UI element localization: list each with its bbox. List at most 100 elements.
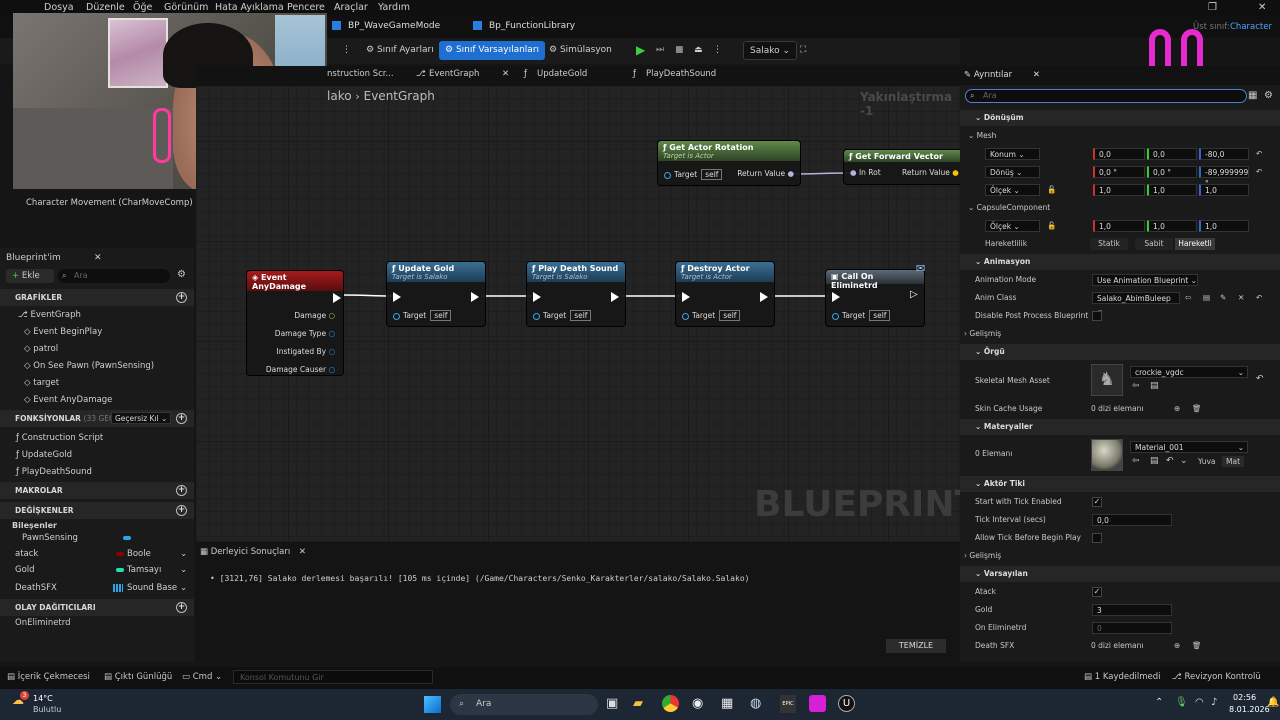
mobility-stationary[interactable]: Sabit: [1135, 238, 1173, 250]
pin-return-value[interactable]: Return Value ●: [902, 168, 959, 177]
tick-before-begin-checkbox[interactable]: [1092, 533, 1102, 543]
component-char-movement[interactable]: Character Movement (CharMoveComp): [26, 198, 193, 208]
class-defaults-button[interactable]: ⚙ Sınıf Varsayılanları: [439, 41, 546, 60]
location-mode-select[interactable]: Konum ⌄: [985, 148, 1040, 160]
graph-item[interactable]: ◇ On See Pawn (PawnSensing): [0, 358, 194, 374]
tab-playdeathsound[interactable]: PlayDeathSound: [646, 69, 716, 79]
use-selected-icon[interactable]: ⇦: [1132, 381, 1140, 391]
pin-damage[interactable]: Damage ○: [294, 311, 335, 320]
lock-icon[interactable]: 🔓: [1047, 181, 1056, 199]
console-input[interactable]: Konsol Komutunu Gir: [233, 670, 433, 684]
capsule-scale-select[interactable]: Ölçek ⌄: [985, 220, 1040, 232]
reset-icon[interactable]: ↶: [1256, 289, 1262, 307]
chevron-icon[interactable]: ⌄: [180, 562, 187, 578]
store-icon[interactable]: ▦: [721, 696, 733, 711]
add-variable-icon[interactable]: +: [176, 505, 187, 516]
variable-item[interactable]: PawnSensing: [0, 530, 194, 546]
scale-z[interactable]: 1,0: [1199, 184, 1249, 196]
exec-out-pin[interactable]: [611, 292, 619, 302]
function-item[interactable]: ƒ UpdateGold: [0, 447, 194, 463]
add-function-icon[interactable]: +: [176, 413, 187, 424]
graphs-section[interactable]: GRAFİKLER +: [0, 289, 194, 306]
simulation-button[interactable]: ⚙ Simülasyon: [543, 41, 618, 60]
close-window-icon[interactable]: ✕: [1258, 2, 1266, 13]
anim-class-select[interactable]: Salako_AbimBuleep ⌄: [1092, 292, 1180, 314]
skeletal-mesh-select[interactable]: crockie_vgdc ⌄: [1130, 366, 1248, 378]
dispatchers-section[interactable]: OLAY DAĞITICILARI +: [0, 599, 194, 616]
chevron-icon[interactable]: ⌄: [180, 546, 187, 562]
output-log-button[interactable]: ▤ Çıktı Günlüğü: [104, 672, 172, 682]
rotation-mode-select[interactable]: Dönüş ⌄: [985, 166, 1040, 178]
mobility-movable[interactable]: Hareketli: [1175, 238, 1215, 250]
mobility-static[interactable]: Statik: [1090, 238, 1128, 250]
section-animation[interactable]: ⌄ Animasyon: [960, 254, 1280, 270]
reset-icon[interactable]: ↶: [1166, 456, 1174, 466]
pin-target[interactable]: Target self: [533, 310, 592, 321]
add-button[interactable]: + Ekle: [6, 269, 54, 283]
dispatcher-item[interactable]: OnEliminetrd: [0, 615, 194, 631]
rot-x[interactable]: 0,0 °: [1093, 166, 1145, 178]
menu-pencere[interactable]: Pencere: [287, 2, 325, 13]
macros-section[interactable]: MAKROLAR +: [0, 482, 194, 499]
pin-target[interactable]: Target self: [682, 310, 741, 321]
variables-section[interactable]: DEĞİŞKENLER +: [0, 502, 194, 519]
epic-games-icon[interactable]: EPIC: [780, 695, 796, 713]
variable-item[interactable]: DeathSFX Sound Base ⌄: [0, 580, 194, 596]
close-tab-icon[interactable]: ✕: [1033, 70, 1040, 80]
node-play-death-sound[interactable]: ƒ Play Death Sound Target is Salako Targe…: [526, 261, 626, 327]
menu-yardim[interactable]: Yardım: [378, 2, 410, 13]
cscale-y[interactable]: 1,0: [1147, 220, 1197, 232]
tick-interval-field[interactable]: 0,0: [1092, 514, 1172, 526]
loc-x[interactable]: 0,0: [1093, 148, 1145, 160]
edit-icon[interactable]: ✎: [1220, 289, 1226, 307]
volume-icon[interactable]: ♪: [1211, 697, 1217, 708]
unreal-engine-icon[interactable]: U: [838, 695, 855, 712]
node-update-gold[interactable]: ƒ Update Gold Target is Salako Target self: [386, 261, 486, 327]
clear-icon[interactable]: ✕: [1238, 289, 1244, 307]
section-materials[interactable]: ⌄ Materyaller: [960, 419, 1280, 435]
exec-out-pin[interactable]: ▷: [910, 289, 918, 300]
section-defaults[interactable]: ⌄ Varsayılan: [960, 566, 1280, 582]
material-select[interactable]: Material_001 ⌄: [1130, 441, 1248, 453]
close-tab-icon[interactable]: ✕: [502, 69, 509, 79]
more-icon[interactable]: ⋮: [336, 41, 357, 60]
reset-icon[interactable]: ↶: [1256, 163, 1262, 181]
unsaved-button[interactable]: ▤ 1 Kaydedilmedi: [1084, 672, 1161, 682]
close-tab-icon[interactable]: ✕: [299, 547, 306, 557]
task-view-icon[interactable]: ▣: [606, 696, 618, 711]
tab-construction[interactable]: nstruction Scr...: [327, 69, 394, 79]
functions-section[interactable]: FONKSİYONLAR (33 GEÇERSİ Geçersiz Kıl ⌄ +: [0, 410, 194, 427]
add-element-icon[interactable]: ⊕: [1174, 637, 1180, 655]
menu-gorunum[interactable]: Görünüm: [164, 2, 208, 13]
loc-y[interactable]: 0,0: [1147, 148, 1197, 160]
menu-duzenle[interactable]: Düzenle: [86, 2, 125, 13]
gold-field[interactable]: 3: [1092, 604, 1172, 616]
exec-in-pin[interactable]: [682, 292, 690, 302]
rot-z[interactable]: -89,999999 °: [1199, 166, 1249, 188]
reset-icon[interactable]: ↶: [1256, 145, 1262, 163]
more-icon[interactable]: ⋮: [707, 41, 728, 60]
variable-item[interactable]: atack Boole ⌄: [0, 546, 194, 562]
atack-checkbox[interactable]: ✓: [1092, 587, 1102, 597]
windows-start-icon[interactable]: [424, 696, 441, 713]
anim-mode-select[interactable]: Use Animation Blueprint ⌄: [1092, 274, 1198, 286]
delete-icon[interactable]: 🗑: [1192, 637, 1202, 655]
step-icon[interactable]: ⏭: [650, 41, 670, 60]
node-get-forward-vector[interactable]: ƒ Get Forward Vector ● In Rot Return Val…: [843, 149, 960, 185]
capsule-category[interactable]: ⌄ CapsuleComponent: [960, 199, 1280, 217]
steam-icon[interactable]: ◍: [750, 696, 761, 711]
debug-target-select[interactable]: Salako ⌄: [743, 41, 798, 60]
section-mesh[interactable]: ⌄ Örgü: [960, 344, 1280, 360]
loc-z[interactable]: -80,0: [1199, 148, 1249, 160]
section-transform[interactable]: ⌄ Dönüşüm: [960, 110, 1280, 126]
tray-app-icon[interactable]: 🎙: [1175, 697, 1188, 708]
graph-item[interactable]: ⎇ EventGraph: [0, 307, 194, 323]
exec-out-pin[interactable]: [760, 292, 768, 302]
compiler-tab[interactable]: ▦ Derleyici Sonuçları ✕: [200, 547, 306, 557]
class-settings-button[interactable]: ⚙ Sınıf Ayarları: [360, 41, 440, 60]
revision-control-button[interactable]: ⎇ Revizyon Kontrolü: [1172, 672, 1261, 682]
scale-x[interactable]: 1,0: [1093, 184, 1145, 196]
media-app-icon[interactable]: [809, 695, 826, 712]
variable-item[interactable]: Gold Tamsayı ⌄: [0, 562, 194, 578]
scale-mode-select[interactable]: Ölçek ⌄: [985, 184, 1040, 196]
